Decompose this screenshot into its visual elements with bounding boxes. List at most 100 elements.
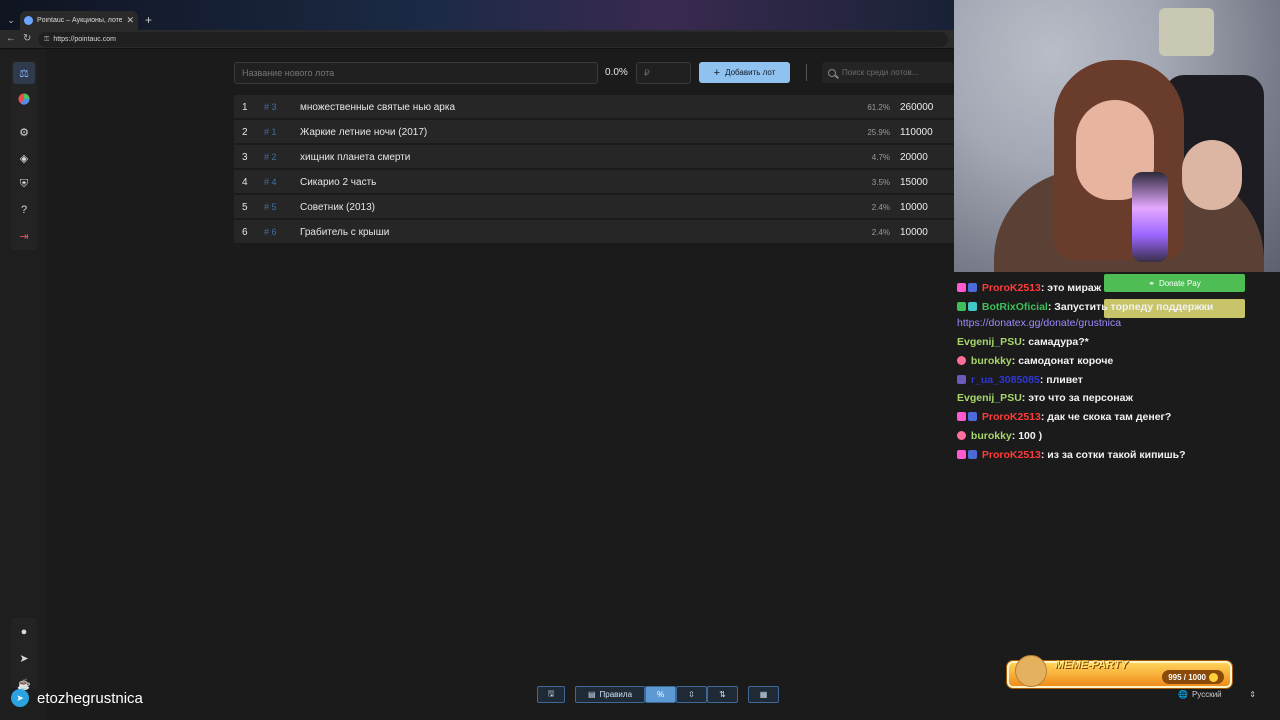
chat-text: : это что за персонаж	[1021, 392, 1133, 404]
sort-icon[interactable]: ⇅	[707, 686, 738, 703]
meme-party-widget: MEME-PARTY 995 / 1000	[1007, 655, 1232, 688]
logout-icon[interactable]: ⇥	[13, 225, 35, 247]
tab-list-dropdown-icon[interactable]: ⌄	[4, 13, 18, 27]
help-question-icon[interactable]: ?	[13, 199, 35, 221]
lot-id[interactable]: # 2	[264, 152, 277, 162]
site-info-icon[interactable]: ⚿	[44, 36, 49, 44]
lot-id[interactable]: # 1	[264, 127, 277, 137]
lot-position: 5	[242, 202, 248, 213]
lot-id[interactable]: # 5	[264, 202, 277, 212]
lot-row[interactable]: 5 # 5 Советник (2013) 2.4% 10000	[234, 195, 954, 220]
chat-username[interactable]: r_ua_3085085	[971, 374, 1040, 386]
chat-username[interactable]: ProroK2513	[982, 411, 1041, 423]
lot-row[interactable]: 3 # 2 хищник планета смерти 4.7% 20000	[234, 145, 954, 170]
lot-name[interactable]: множественные святые нью арка	[300, 102, 455, 113]
language-label: Русский	[1191, 689, 1222, 699]
lot-percent: 2.4%	[871, 228, 890, 237]
new-tab-plus-icon[interactable]: +	[145, 13, 152, 27]
new-lot-name-input[interactable]: Название нового лота	[234, 62, 598, 84]
reload-icon[interactable]: ↻	[23, 33, 31, 44]
meme-party-counter: 995 / 1000	[1162, 670, 1224, 684]
browser-tab[interactable]: Pointauc – Аукционы, лотереи и … ✕	[20, 11, 138, 30]
lot-row[interactable]: 2 # 1 Жаркие летние ночи (2017) 25.9% 11…	[234, 120, 954, 145]
chat-username[interactable]: burokky	[971, 355, 1012, 367]
lot-position: 2	[242, 127, 248, 138]
telegram-icon: ➤	[11, 689, 29, 707]
heart-badge-icon	[957, 356, 966, 365]
settings-gear-icon[interactable]: ⚙	[13, 121, 35, 143]
lot-position: 1	[242, 102, 248, 113]
lot-amount-input[interactable]: ₽	[636, 62, 691, 84]
search-icon	[828, 68, 836, 77]
heart-badge-icon	[957, 431, 966, 440]
chat-username[interactable]: ProroK2513	[982, 282, 1041, 294]
chat-username[interactable]: ProroK2513	[982, 449, 1041, 461]
url-field[interactable]: ⚿ https://pointauc.com	[38, 32, 948, 47]
chat-message: r_ua_3085085: пливет	[957, 374, 1083, 386]
chat-text: : самодонат короче	[1011, 355, 1114, 367]
sub-badge-icon	[968, 412, 977, 421]
save-icon[interactable]: 🖫	[537, 686, 565, 703]
lot-amount[interactable]: 110000	[900, 127, 933, 138]
chat-text: : самадура?*	[1021, 336, 1089, 348]
donate-link[interactable]: https://donatex.gg/donate/grustnica	[957, 317, 1121, 329]
lamp-shape	[1159, 8, 1214, 56]
lot-id[interactable]: # 6	[264, 227, 277, 237]
wheel-pie-icon[interactable]	[13, 88, 35, 110]
lot-percent: 25.9%	[867, 128, 890, 137]
back-arrow-icon[interactable]: ←	[6, 33, 16, 44]
chat-text: : дак че скока там денег?	[1040, 411, 1172, 423]
heart-badge-icon	[957, 450, 966, 459]
github-icon[interactable]: ●	[13, 621, 35, 643]
rules-list-icon: ▤	[587, 690, 596, 699]
sub-badge-icon	[968, 283, 977, 292]
chat-username[interactable]: Evgenij_PSU	[957, 392, 1022, 404]
language-select[interactable]: 🌐 Русский ⇕	[1172, 686, 1262, 702]
percent-value: 0.0%	[605, 67, 628, 78]
telegram-icon[interactable]: ➤	[13, 647, 35, 669]
site-favicon-icon	[24, 16, 33, 25]
chat-text: : из за сотки такой кипишь?	[1040, 449, 1186, 461]
lot-name[interactable]: Сикарио 2 часть	[300, 177, 376, 188]
lot-row[interactable]: 6 # 6 Грабитель с крыши 2.4% 10000	[234, 220, 954, 245]
chat-username[interactable]: burokky	[971, 430, 1012, 442]
chat-username[interactable]: Evgenij_PSU	[957, 336, 1022, 348]
lot-name[interactable]: Грабитель с крыши	[300, 227, 389, 238]
lot-amount[interactable]: 260000	[900, 102, 933, 113]
chat-message: ProroK2513: из за сотки такой кипишь?	[957, 449, 1186, 461]
doge-icon	[1015, 655, 1047, 687]
lot-position: 4	[242, 177, 248, 188]
lot-name[interactable]: Советник (2013)	[300, 202, 375, 213]
donate-pay-widget: ⚭ Donate Pay	[1104, 274, 1245, 292]
chat-message: Evgenij_PSU: самадура?*	[957, 336, 1089, 348]
lot-amount[interactable]: 20000	[900, 152, 928, 163]
lot-amount[interactable]: 10000	[900, 202, 928, 213]
donate-pay-label: Donate Pay	[1158, 278, 1201, 288]
rules-button[interactable]: ▤ Правила	[575, 686, 645, 703]
lot-row[interactable]: 1 # 3 множественные святые нью арка 61.2…	[234, 95, 954, 120]
tab-close-icon[interactable]: ✕	[126, 15, 134, 26]
lot-row[interactable]: 4 # 4 Сикарио 2 часть 3.5% 15000	[234, 170, 954, 195]
add-lot-label: Добавить лот	[725, 68, 776, 77]
add-lot-button[interactable]: + Добавить лот	[699, 62, 790, 83]
lot-percent: 3.5%	[871, 178, 890, 187]
lot-position: 3	[242, 152, 248, 163]
chat-message: burokky: самодонат короче	[957, 355, 1113, 367]
split-icon[interactable]: ⇳	[676, 686, 707, 703]
percent-toggle-icon[interactable]: %	[645, 686, 676, 703]
lot-name[interactable]: хищник планета смерти	[300, 152, 410, 163]
lot-name[interactable]: Жаркие летние ночи (2017)	[300, 127, 427, 138]
auction-gavel-icon[interactable]: ⚖	[13, 62, 35, 84]
lot-id[interactable]: # 3	[264, 102, 277, 112]
lot-id[interactable]: # 4	[264, 177, 277, 187]
clear-list-icon[interactable]: ▦	[748, 686, 779, 703]
lot-amount[interactable]: 15000	[900, 177, 928, 188]
bot-badge-icon	[968, 302, 977, 311]
lot-percent: 61.2%	[867, 103, 890, 112]
lot-search-input[interactable]: Поиск среди лотов...	[822, 62, 954, 83]
lot-amount[interactable]: 10000	[900, 227, 928, 238]
layers-icon[interactable]: ◈	[13, 147, 35, 169]
shield-icon[interactable]: ⛨	[13, 173, 35, 195]
meme-party-title: MEME-PARTY	[1055, 659, 1128, 671]
chat-username[interactable]: BotRixOficial	[982, 301, 1048, 313]
